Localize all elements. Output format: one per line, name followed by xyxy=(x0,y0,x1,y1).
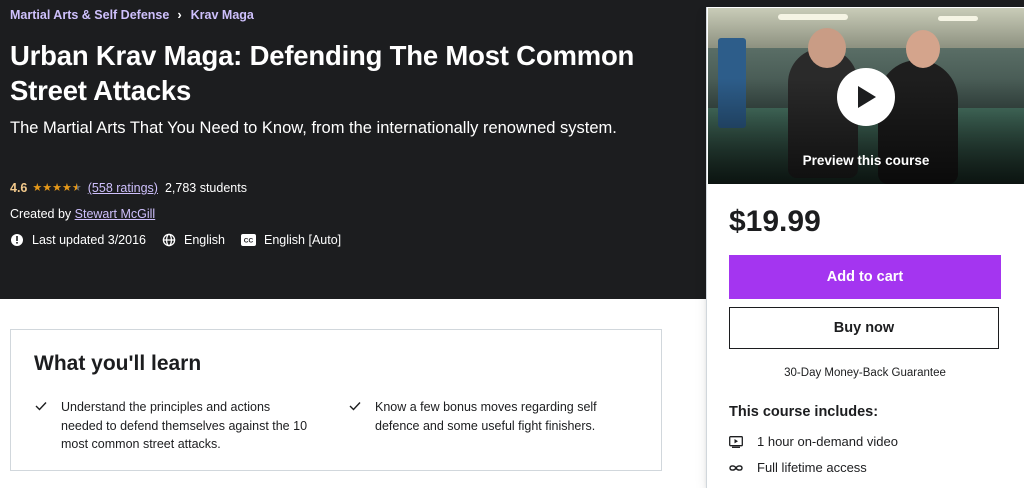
star-icon: ★ xyxy=(62,182,72,194)
learn-item-text: Understand the principles and actions ne… xyxy=(61,400,308,451)
includes-item: Full lifetime access xyxy=(729,460,867,475)
students-count: 2,783 students xyxy=(164,181,247,195)
rating-row: 4.6 ★ ★ ★ ★ ★ (558 ratings) 2,783 studen… xyxy=(10,181,247,195)
language: English xyxy=(162,233,225,247)
ratings-count-link[interactable]: (558 ratings) xyxy=(88,181,158,195)
captions-text: English [Auto] xyxy=(264,233,342,247)
breadcrumb: Martial Arts & Self Defense › Krav Maga xyxy=(10,7,254,22)
check-icon xyxy=(349,402,361,411)
half-star-icon: ★ xyxy=(71,182,82,194)
add-to-cart-button[interactable]: Add to cart xyxy=(729,255,1001,299)
captions: CC English [Auto] xyxy=(241,233,341,247)
learn-heading: What you'll learn xyxy=(34,352,202,375)
check-icon xyxy=(35,402,47,411)
money-back-guarantee: 30-Day Money-Back Guarantee xyxy=(784,367,946,379)
includes-item-label: 1 hour on-demand video xyxy=(757,434,898,449)
infinity-icon xyxy=(729,464,743,471)
course-price: $19.99 xyxy=(729,205,821,238)
includes-item-label: Full lifetime access xyxy=(757,460,867,475)
what-youll-learn: What you'll learn Understand the princip… xyxy=(10,329,662,471)
course-preview-video[interactable]: Preview this course xyxy=(708,8,1024,184)
breadcrumb-item-krav-maga[interactable]: Krav Maga xyxy=(191,8,254,22)
closed-captions-icon: CC xyxy=(241,234,256,246)
purchase-card: Preview this course $19.99 Add to cart B… xyxy=(706,7,1024,488)
language-text: English xyxy=(184,233,225,247)
created-by-label: Created by xyxy=(10,207,72,221)
course-meta: Last updated 3/2016 English CC English [… xyxy=(10,233,357,247)
buy-now-button[interactable]: Buy now xyxy=(729,307,999,349)
alert-badge-icon xyxy=(11,234,23,246)
globe-icon xyxy=(162,233,176,247)
learn-item: Know a few bonus moves regarding self de… xyxy=(349,398,619,435)
svg-text:CC: CC xyxy=(244,238,254,245)
includes-item: 1 hour on-demand video xyxy=(729,434,898,449)
learn-item-text: Know a few bonus moves regarding self de… xyxy=(375,400,597,433)
star-rating: ★ ★ ★ ★ ★ xyxy=(32,182,81,194)
last-updated-text: Last updated 3/2016 xyxy=(32,233,146,247)
course-subtitle: The Martial Arts That You Need to Know, … xyxy=(10,119,617,137)
preview-label: Preview this course xyxy=(802,153,930,168)
play-icon xyxy=(858,86,876,108)
breadcrumb-item-martial-arts[interactable]: Martial Arts & Self Defense xyxy=(10,8,169,22)
play-button[interactable] xyxy=(837,68,895,126)
video-icon xyxy=(729,435,743,448)
course-title: Urban Krav Maga: Defending The Most Comm… xyxy=(10,40,635,106)
instructor-link[interactable]: Stewart McGill xyxy=(75,207,156,221)
created-by: Created by Stewart McGill xyxy=(10,207,155,221)
star-icon: ★ xyxy=(52,182,63,194)
learn-item: Understand the principles and actions ne… xyxy=(35,398,315,454)
chevron-right-icon: › xyxy=(177,7,182,22)
last-updated: Last updated 3/2016 xyxy=(10,233,146,247)
rating-value: 4.6 xyxy=(10,181,28,195)
includes-title: This course includes: xyxy=(729,404,879,420)
star-icon: ★ xyxy=(42,182,53,194)
star-icon: ★ xyxy=(32,182,43,194)
